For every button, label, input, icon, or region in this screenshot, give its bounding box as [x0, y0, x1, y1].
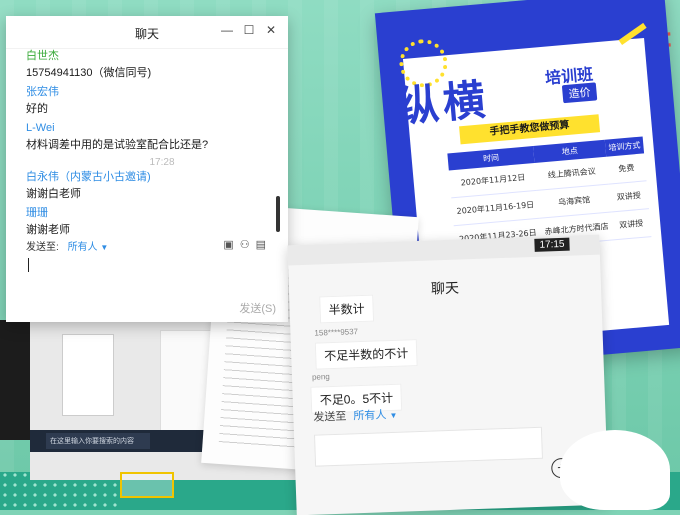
- scrollbar-thumb[interactable]: [276, 196, 280, 232]
- poster-tag: 造价: [561, 82, 598, 104]
- send-to-row: 发送至: 所有人 ▼ ▣⚇▤: [26, 238, 278, 256]
- image-icon[interactable]: ▣: [223, 239, 239, 251]
- message-text: 谢谢白老师: [26, 188, 81, 200]
- send-to-label: 发送至: [313, 410, 347, 424]
- user-icon[interactable]: ⚇: [240, 239, 256, 251]
- title-bar: 聊天 — ☐ ✕: [6, 16, 288, 49]
- sender-name: 张宏伟: [26, 86, 59, 98]
- maximize-button[interactable]: ☐: [240, 23, 258, 37]
- message-input[interactable]: [26, 258, 278, 294]
- message-bubble: 不足半数的不计: [314, 339, 418, 370]
- toolbar-icons: ▣⚇▤: [223, 238, 272, 251]
- close-button[interactable]: ✕: [262, 23, 280, 37]
- document-thumbnail[interactable]: [62, 334, 114, 416]
- send-to-dropdown[interactable]: 所有人: [353, 409, 386, 422]
- sender-name: 白世杰: [26, 50, 59, 62]
- send-to-label: 发送至:: [26, 242, 59, 253]
- cart-illustration: [120, 472, 174, 498]
- send-button[interactable]: 发送(S): [239, 300, 276, 316]
- white-bird-illustration: [560, 430, 670, 510]
- file-icon[interactable]: ▤: [256, 239, 272, 251]
- table-cell: 免费: [606, 153, 647, 185]
- message-text: 15754941130（微信同号): [26, 67, 152, 79]
- message-text: 材料调差中用的是试验室配合比还是?: [26, 139, 209, 151]
- phone-send-to-row: 发送至 所有人 ▼: [313, 406, 398, 425]
- chat-window: 聊天 — ☐ ✕ 白世杰 15754941130（微信同号) 张宏伟 好的 L-…: [6, 16, 288, 322]
- sender-name: peng: [311, 372, 330, 382]
- message-timestamp: 17:28: [149, 157, 175, 168]
- sender-name: 158****9537: [314, 327, 359, 338]
- minimize-button[interactable]: —: [218, 23, 236, 37]
- chevron-down-icon[interactable]: ▼: [100, 243, 108, 252]
- taskbar-search-input[interactable]: 在这里输入你要搜索的内容: [46, 433, 150, 449]
- message-list[interactable]: 白世杰 15754941130（微信同号) 张宏伟 好的 L-Wei 材料调差中…: [6, 48, 298, 236]
- table-cell: 双讲授: [611, 208, 652, 240]
- table-cell: 双讲授: [608, 180, 649, 212]
- message-bubble: 半数计: [319, 294, 375, 324]
- sender-name: 白永伟（内蒙古小古邀请): [26, 171, 151, 183]
- chevron-down-icon[interactable]: ▼: [389, 411, 397, 420]
- status-time: 17:15: [534, 237, 570, 252]
- send-to-dropdown[interactable]: 所有人: [68, 242, 98, 253]
- phone-message-input[interactable]: [314, 426, 543, 467]
- message-text: 好的: [26, 103, 48, 115]
- sender-name: 珊珊: [26, 207, 48, 219]
- sender-name: L-Wei: [26, 122, 55, 134]
- message-text: 谢谢老师: [26, 224, 70, 236]
